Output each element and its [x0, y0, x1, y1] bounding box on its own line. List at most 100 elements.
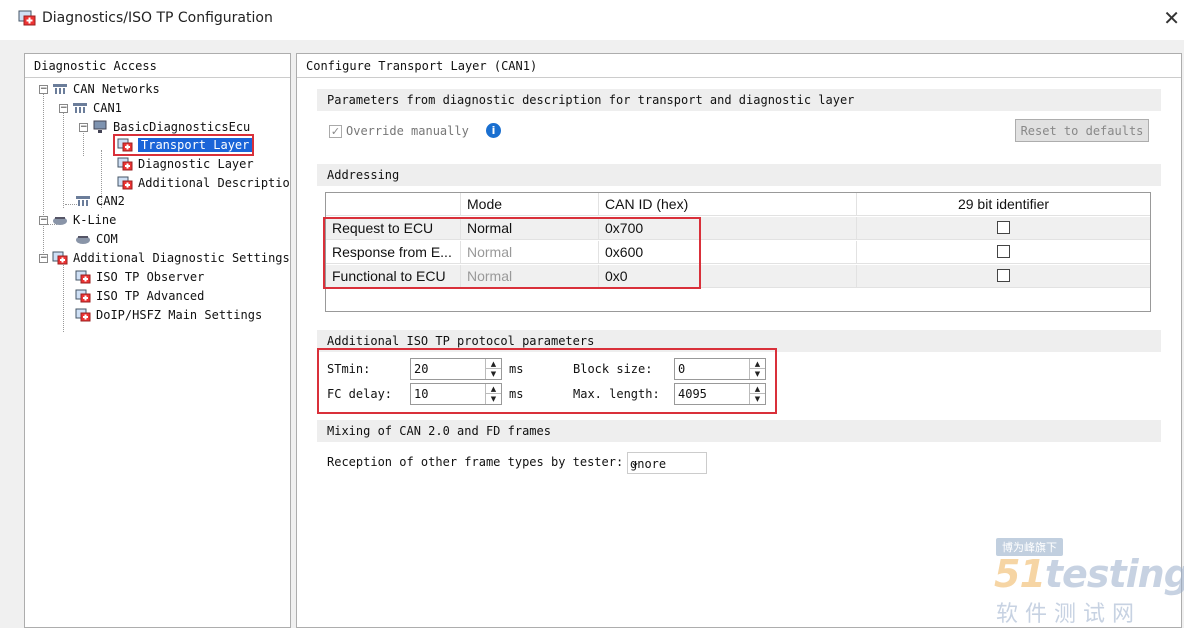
- tree-item-can-networks[interactable]: − CAN Networks: [39, 80, 160, 98]
- network-icon: [53, 84, 67, 94]
- tree-label-additional-description: Additional Descriptio: [138, 176, 290, 190]
- tree-item-can2[interactable]: CAN2: [75, 192, 125, 210]
- spin-up-icon[interactable]: ▲: [486, 359, 501, 369]
- table-row[interactable]: Request to ECU Normal 0x700: [326, 217, 1150, 240]
- row-can-id[interactable]: 0x700: [598, 217, 856, 240]
- params-section-title: Parameters from diagnostic description f…: [317, 89, 1161, 111]
- spin-down-icon[interactable]: ▼: [486, 394, 501, 404]
- block-size-stepper[interactable]: 0 ▲ ▼: [674, 358, 766, 380]
- tree-item-can1[interactable]: − CAN1: [59, 99, 122, 117]
- row-can-id[interactable]: 0x0: [598, 265, 856, 288]
- 29bit-checkbox[interactable]: [997, 269, 1010, 282]
- kline-icon: [53, 217, 67, 225]
- chevron-down-icon: ⌄: [630, 455, 641, 469]
- iso-tp-section-title: Additional ISO TP protocol parameters: [317, 330, 1161, 352]
- tree-item-diagnostic-layer[interactable]: Diagnostic Layer: [117, 155, 254, 173]
- tree-item-com[interactable]: COM: [75, 230, 118, 248]
- row-can-id[interactable]: 0x600: [598, 241, 856, 264]
- tree-item-additional-description[interactable]: Additional Descriptio: [117, 174, 290, 192]
- max-length-value: 4095: [678, 387, 707, 401]
- tree-label-diagnostic-layer: Diagnostic Layer: [138, 157, 254, 171]
- table-row[interactable]: Response from E... Normal 0x600: [326, 241, 1150, 264]
- row-mode[interactable]: Normal: [460, 265, 598, 288]
- config-icon: [117, 157, 133, 171]
- addressing-grid: Mode CAN ID (hex) 29 bit identifier Requ…: [325, 192, 1151, 312]
- config-icon: [75, 270, 91, 284]
- diagnostic-access-header: Diagnostic Access: [25, 54, 290, 78]
- row-mode[interactable]: Normal: [460, 217, 598, 240]
- config-window-icon: [18, 10, 36, 26]
- ecu-icon: [93, 120, 107, 133]
- config-icon: [75, 289, 91, 303]
- tree-label-transport-layer: Transport Layer: [138, 138, 253, 152]
- tree-item-iso-tp-advanced[interactable]: ISO TP Advanced: [75, 287, 204, 305]
- max-length-label: Max. length:: [573, 387, 660, 401]
- spin-down-icon[interactable]: ▼: [750, 394, 765, 404]
- spin-up-icon[interactable]: ▲: [750, 384, 765, 394]
- tree-item-iso-tp-observer[interactable]: ISO TP Observer: [75, 268, 204, 286]
- collapse-icon[interactable]: −: [79, 122, 88, 132]
- 29bit-checkbox[interactable]: [997, 221, 1010, 234]
- window-title: Diagnostics/ISO TP Configuration: [42, 10, 273, 26]
- grid-header-name: [326, 193, 460, 216]
- network-icon: [76, 196, 90, 206]
- spin-down-icon[interactable]: ▼: [750, 369, 765, 379]
- title-bar: Diagnostics/ISO TP Configuration ✕: [0, 0, 1184, 40]
- tree-item-kline[interactable]: − K-Line: [39, 211, 116, 229]
- row-name: Functional to ECU: [332, 268, 446, 284]
- watermark-subtitle: 软件测试网: [996, 602, 1142, 627]
- fc-delay-stepper[interactable]: 10 ▲ ▼: [410, 383, 502, 405]
- collapse-icon[interactable]: −: [39, 215, 48, 225]
- spin-up-icon[interactable]: ▲: [486, 384, 501, 394]
- tree-item-ecu[interactable]: − BasicDiagnosticsEcu: [79, 118, 250, 136]
- table-row[interactable]: Functional to ECU Normal 0x0: [326, 265, 1150, 288]
- tree-item-additional-settings[interactable]: − Additional Diagnostic Settings: [39, 249, 290, 267]
- tree-label-additional-settings: Additional Diagnostic Settings: [73, 251, 290, 265]
- grid-header-can-id: CAN ID (hex): [598, 193, 856, 216]
- row-29bit-cell: [856, 241, 1150, 264]
- row-29bit-cell: [856, 217, 1150, 240]
- watermark-brand-text: testing: [1044, 552, 1184, 596]
- reset-to-defaults-button[interactable]: Reset to defaults: [1015, 119, 1149, 142]
- stmin-value: 20: [414, 362, 429, 376]
- info-icon[interactable]: i: [486, 123, 501, 138]
- tree-label-kline: K-Line: [73, 213, 117, 227]
- override-manually-checkbox[interactable]: ✓ Override manually: [329, 124, 469, 138]
- collapse-icon[interactable]: −: [39, 84, 48, 94]
- row-mode[interactable]: Normal: [460, 241, 598, 264]
- override-manually-label: Override manually: [346, 124, 469, 138]
- reception-select[interactable]: gnore ⌄: [627, 452, 707, 474]
- config-icon: [117, 176, 133, 190]
- addressing-section-title: Addressing: [317, 164, 1161, 186]
- config-icon: [117, 138, 133, 152]
- tree-label-doip: DoIP/HSFZ Main Settings: [96, 308, 263, 322]
- tree-item-transport-layer[interactable]: Transport Layer: [117, 136, 253, 154]
- fc-delay-unit: ms: [509, 387, 524, 401]
- spin-down-icon[interactable]: ▼: [486, 369, 501, 379]
- tree-label-ecu: BasicDiagnosticsEcu: [113, 120, 251, 134]
- tree-label-can-networks: CAN Networks: [73, 82, 160, 96]
- block-size-label: Block size:: [573, 362, 653, 376]
- grid-header-mode: Mode: [460, 193, 598, 216]
- block-size-value: 0: [678, 362, 686, 376]
- spin-up-icon[interactable]: ▲: [750, 359, 765, 369]
- checkbox-icon: ✓: [329, 124, 342, 138]
- watermark-logo: 博为峰旗下 51testing 软件测试网: [990, 538, 1184, 627]
- stmin-stepper[interactable]: 20 ▲ ▼: [410, 358, 502, 380]
- close-icon[interactable]: ✕: [1163, 6, 1180, 30]
- com-port-icon: [76, 236, 90, 244]
- reception-label: Reception of other frame types by tester…: [327, 455, 624, 469]
- tree-label-iso-tp-advanced: ISO TP Advanced: [96, 289, 205, 303]
- 29bit-checkbox[interactable]: [997, 245, 1010, 258]
- max-length-stepper[interactable]: 4095 ▲ ▼: [674, 383, 766, 405]
- stmin-unit: ms: [509, 362, 524, 376]
- collapse-icon[interactable]: −: [59, 103, 68, 113]
- fc-delay-label: FC delay:: [327, 387, 393, 401]
- config-icon: [75, 308, 91, 322]
- tree-label-can1: CAN1: [93, 101, 122, 115]
- diagnostic-access-panel: Diagnostic Access − CAN Networks − CAN1 …: [24, 53, 291, 628]
- grid-header-29bit: 29 bit identifier: [856, 193, 1150, 216]
- collapse-icon[interactable]: −: [39, 253, 48, 263]
- row-29bit-cell: [856, 265, 1150, 288]
- tree-item-doip[interactable]: DoIP/HSFZ Main Settings: [75, 306, 262, 324]
